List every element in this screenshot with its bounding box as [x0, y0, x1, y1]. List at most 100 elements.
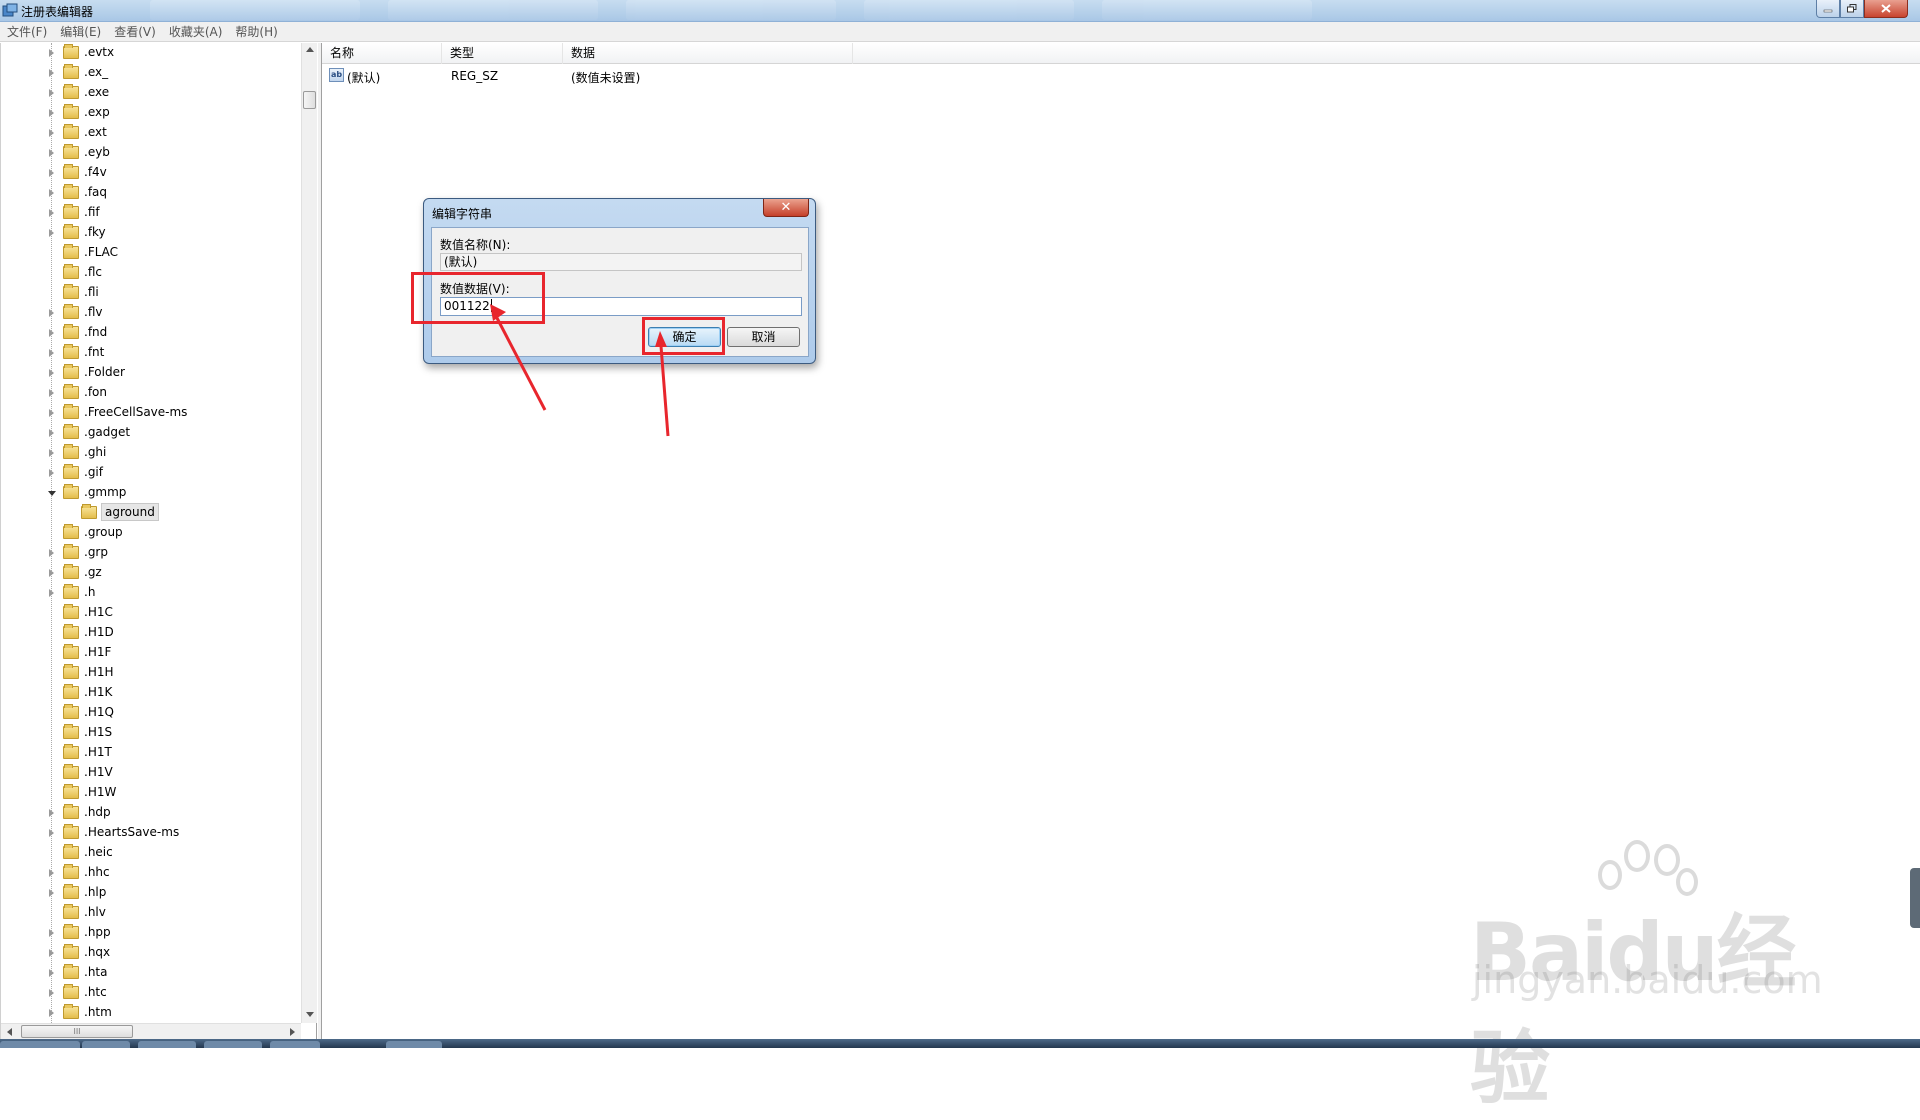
- column-header-data[interactable]: 数据: [563, 43, 853, 64]
- tree-item[interactable]: .H1C: [1, 603, 301, 623]
- values-list[interactable]: 名称 类型 数据 ab (默认) REG_SZ (数值未设置): [321, 43, 1920, 1039]
- tree-horizontal-scrollbar[interactable]: III: [1, 1023, 301, 1039]
- tree-item[interactable]: .group: [1, 523, 301, 543]
- tree-item[interactable]: .FLAC: [1, 243, 301, 263]
- minimize-button[interactable]: [1816, 0, 1840, 18]
- expand-arrow-icon[interactable]: [49, 189, 54, 197]
- scroll-up-icon[interactable]: [306, 47, 314, 52]
- tree-item[interactable]: .Folder: [1, 363, 301, 383]
- tree-item[interactable]: .H1F: [1, 643, 301, 663]
- tree-item[interactable]: .htm: [1, 1003, 301, 1023]
- expand-arrow-icon[interactable]: [49, 229, 54, 237]
- tree-item[interactable]: .fli: [1, 283, 301, 303]
- expand-arrow-icon[interactable]: [49, 309, 54, 317]
- taskbar-item[interactable]: [82, 1041, 130, 1048]
- expand-arrow-icon[interactable]: [49, 389, 54, 397]
- column-header-name[interactable]: 名称: [322, 43, 442, 64]
- tree-item[interactable]: .H1V: [1, 763, 301, 783]
- tree-item[interactable]: .H1Q: [1, 703, 301, 723]
- expand-arrow-icon[interactable]: [49, 369, 54, 377]
- side-panel-tab[interactable]: [1910, 868, 1920, 928]
- menu-edit[interactable]: 编辑(E): [60, 23, 101, 40]
- collapse-arrow-icon[interactable]: [48, 491, 56, 496]
- tree-item[interactable]: .htc: [1, 983, 301, 1003]
- tree-item[interactable]: .gz: [1, 563, 301, 583]
- tree-item[interactable]: .fky: [1, 223, 301, 243]
- tree-hscroll-thumb[interactable]: III: [21, 1025, 133, 1038]
- expand-arrow-icon[interactable]: [49, 989, 54, 997]
- expand-arrow-icon[interactable]: [49, 1009, 54, 1017]
- menu-help[interactable]: 帮助(H): [235, 23, 277, 40]
- expand-arrow-icon[interactable]: [49, 209, 54, 217]
- tree-item[interactable]: .H1H: [1, 663, 301, 683]
- menu-file[interactable]: 文件(F): [7, 23, 47, 40]
- tree-item[interactable]: .H1S: [1, 723, 301, 743]
- expand-arrow-icon[interactable]: [49, 49, 54, 57]
- tree-item[interactable]: .hlv: [1, 903, 301, 923]
- expand-arrow-icon[interactable]: [49, 409, 54, 417]
- close-window-button[interactable]: [1864, 0, 1908, 18]
- tree-item[interactable]: .grp: [1, 543, 301, 563]
- menu-view[interactable]: 查看(V): [114, 23, 156, 40]
- dialog-close-button[interactable]: ✕: [763, 199, 809, 217]
- tree-vertical-scrollbar[interactable]: [301, 43, 317, 1023]
- tree-item[interactable]: .exe: [1, 83, 301, 103]
- tree-item[interactable]: .gadget: [1, 423, 301, 443]
- tree-item[interactable]: .hqx: [1, 943, 301, 963]
- tree-item[interactable]: .fif: [1, 203, 301, 223]
- expand-arrow-icon[interactable]: [49, 89, 54, 97]
- tree-item[interactable]: .h: [1, 583, 301, 603]
- taskbar-item[interactable]: [204, 1041, 262, 1048]
- column-header-type[interactable]: 类型: [442, 43, 563, 64]
- tree-item[interactable]: .fon: [1, 383, 301, 403]
- tree-item[interactable]: .H1D: [1, 623, 301, 643]
- expand-arrow-icon[interactable]: [49, 149, 54, 157]
- cancel-button[interactable]: 取消: [727, 327, 800, 347]
- tree-item[interactable]: .fnt: [1, 343, 301, 363]
- tree-item[interactable]: .H1K: [1, 683, 301, 703]
- taskbar-item[interactable]: [138, 1041, 196, 1048]
- expand-arrow-icon[interactable]: [49, 829, 54, 837]
- taskbar-start-button[interactable]: [0, 1041, 80, 1048]
- tree-item[interactable]: .hlp: [1, 883, 301, 903]
- expand-arrow-icon[interactable]: [49, 349, 54, 357]
- menu-favorites[interactable]: 收藏夹(A): [169, 23, 223, 40]
- tree-item[interactable]: .hta: [1, 963, 301, 983]
- tree-item[interactable]: .gif: [1, 463, 301, 483]
- expand-arrow-icon[interactable]: [49, 69, 54, 77]
- expand-arrow-icon[interactable]: [49, 589, 54, 597]
- tree-item[interactable]: .ghi: [1, 443, 301, 463]
- expand-arrow-icon[interactable]: [49, 169, 54, 177]
- expand-arrow-icon[interactable]: [49, 469, 54, 477]
- tree-item[interactable]: .faq: [1, 183, 301, 203]
- registry-key-tree[interactable]: .evtx .ex_ .exe .exp .ext .eyb .f4v .faq .fif .fk…: [0, 43, 317, 1039]
- expand-arrow-icon[interactable]: [49, 969, 54, 977]
- expand-arrow-icon[interactable]: [49, 129, 54, 137]
- scroll-left-icon[interactable]: [7, 1028, 12, 1036]
- scroll-down-icon[interactable]: [306, 1012, 314, 1017]
- tree-item[interactable]: .hdp: [1, 803, 301, 823]
- tree-scroll-thumb[interactable]: [303, 91, 316, 109]
- expand-arrow-icon[interactable]: [49, 429, 54, 437]
- expand-arrow-icon[interactable]: [49, 809, 54, 817]
- tree-item[interactable]: .ex_: [1, 63, 301, 83]
- expand-arrow-icon[interactable]: [49, 889, 54, 897]
- expand-arrow-icon[interactable]: [49, 929, 54, 937]
- tree-item[interactable]: .evtx: [1, 43, 301, 63]
- expand-arrow-icon[interactable]: [49, 949, 54, 957]
- scroll-right-icon[interactable]: [290, 1028, 295, 1036]
- expand-arrow-icon[interactable]: [49, 109, 54, 117]
- tree-item[interactable]: .HeartsSave-ms: [1, 823, 301, 843]
- taskbar-item[interactable]: [386, 1041, 442, 1048]
- expand-arrow-icon[interactable]: [49, 329, 54, 337]
- tree-item[interactable]: .FreeCellSave-ms: [1, 403, 301, 423]
- tree-item[interactable]: .hpp: [1, 923, 301, 943]
- expand-arrow-icon[interactable]: [49, 569, 54, 577]
- tree-item-child[interactable]: aground: [1, 503, 301, 523]
- tree-item[interactable]: .eyb: [1, 143, 301, 163]
- expand-arrow-icon[interactable]: [49, 549, 54, 557]
- tree-item[interactable]: .flv: [1, 303, 301, 323]
- tree-item[interactable]: .f4v: [1, 163, 301, 183]
- tree-item[interactable]: .exp: [1, 103, 301, 123]
- tree-item[interactable]: .ext: [1, 123, 301, 143]
